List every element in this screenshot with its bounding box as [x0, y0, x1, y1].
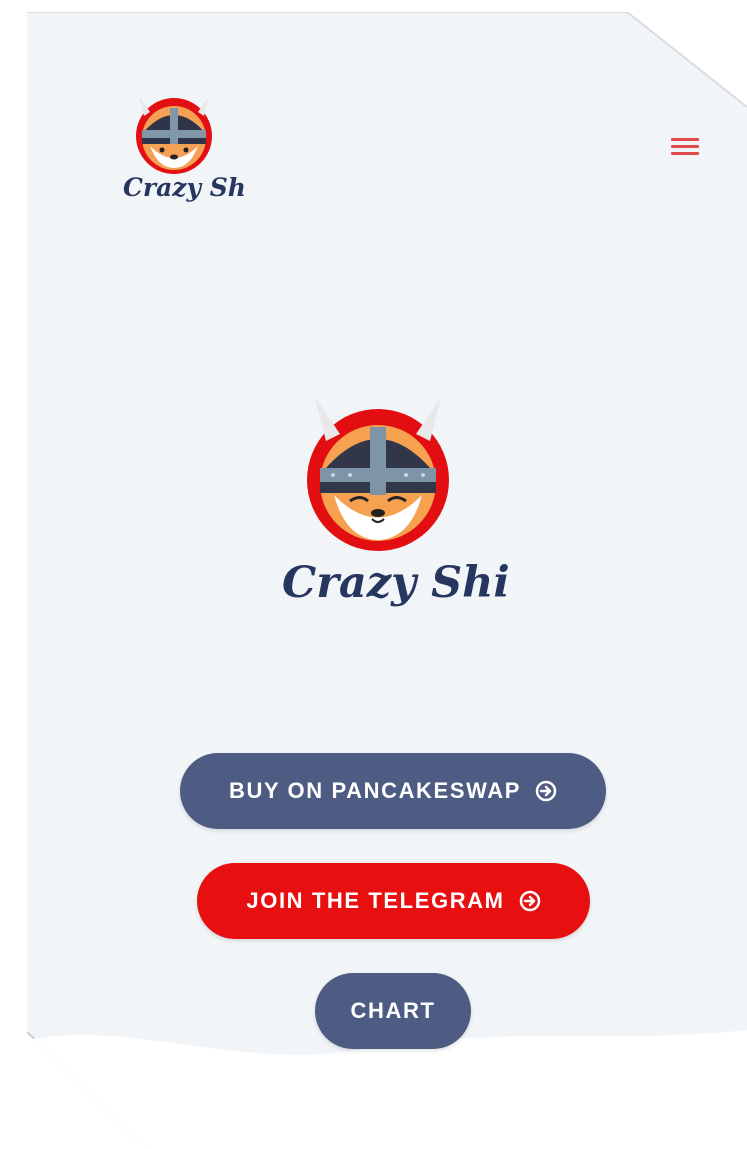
hamburger-menu-icon[interactable]: [666, 134, 704, 164]
circle-arrow-right-icon: [519, 890, 540, 912]
header-logo[interactable]: Crazy Shiba: [118, 88, 244, 206]
menu-bar: [671, 145, 699, 148]
menu-bar: [671, 152, 699, 155]
hero-logo: Crazy Shiba: [282, 397, 508, 608]
hero-wordmark: Crazy Shiba: [282, 558, 508, 608]
buy-button-label: BUY ON PANCAKESWAP: [228, 778, 522, 803]
circle-arrow-right-icon: [535, 780, 557, 802]
join-telegram-button[interactable]: JOIN THE TELEGRAM: [197, 863, 590, 939]
header-logo-wordmark: Crazy Shiba: [123, 173, 244, 202]
chart-button-label: CHART: [350, 998, 436, 1023]
telegram-button-label: JOIN THE TELEGRAM: [246, 888, 505, 913]
menu-bar: [671, 138, 699, 141]
chart-button[interactable]: CHART: [315, 973, 471, 1049]
buy-on-pancakeswap-button[interactable]: BUY ON PANCAKESWAP: [180, 753, 606, 829]
